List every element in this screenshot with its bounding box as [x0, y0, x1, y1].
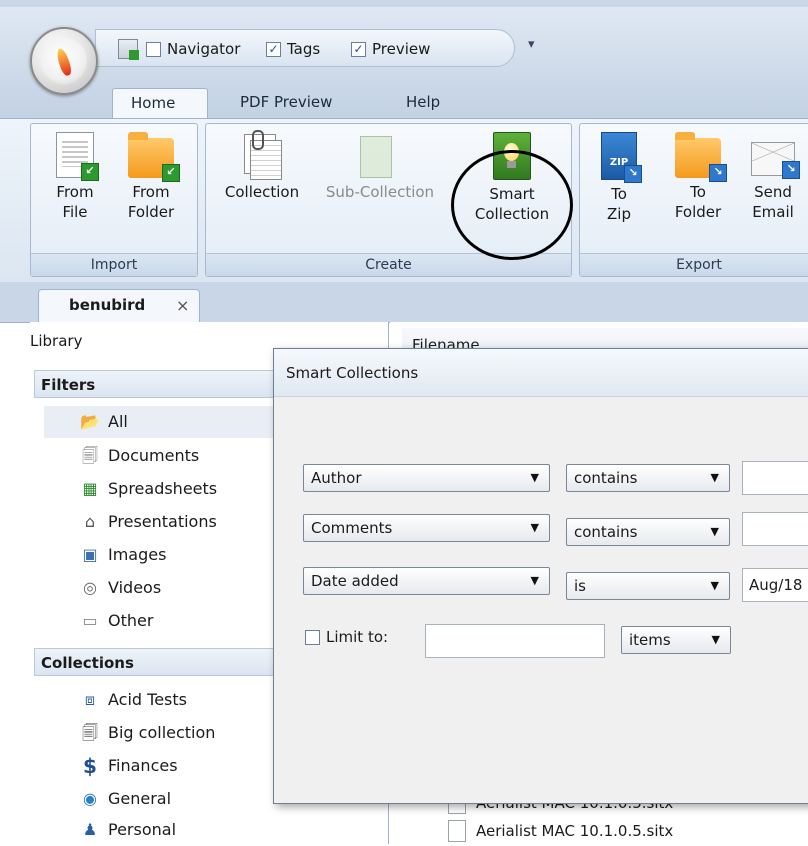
rule-2-field-select[interactable]: Comments ▼ — [303, 514, 550, 542]
chevron-down-icon: ▼ — [530, 521, 539, 534]
collection-icon — [242, 130, 282, 180]
chevron-down-icon: ▼ — [710, 525, 719, 538]
spreadsheet-icon: ▦ — [82, 479, 98, 498]
customize-qat-icon[interactable]: ▾ — [528, 37, 535, 52]
image-icon: ▣ — [82, 545, 98, 564]
dollar-icon: $ — [83, 754, 97, 778]
rule-3-operator-select[interactable]: is ▼ — [566, 572, 730, 600]
folder-open-icon: 📂 — [80, 412, 100, 431]
file-icon — [448, 820, 466, 842]
import-group-label: Import — [31, 253, 197, 276]
tags-toggle[interactable]: ✓ Tags — [266, 38, 320, 60]
chevron-down-icon: ▼ — [530, 471, 539, 484]
preview-toggle[interactable]: ✓ Preview — [351, 38, 430, 60]
preview-checkbox[interactable]: ✓ — [351, 41, 366, 57]
sub-collection-button[interactable]: Sub-Collection — [312, 132, 436, 202]
collection-button[interactable]: Collection — [212, 130, 312, 202]
collection-item-personal[interactable]: ♟ Personal — [44, 814, 374, 846]
limit-checkbox[interactable] — [305, 629, 320, 645]
limit-unit-select[interactable]: items ▼ — [621, 626, 731, 654]
briefcase-icon: ⧈ — [84, 690, 96, 709]
layout-icon[interactable] — [118, 38, 139, 60]
tab-help[interactable]: Help — [388, 88, 458, 118]
rule-1-value-input[interactable] — [742, 461, 808, 495]
chevron-down-icon: ▼ — [710, 579, 719, 592]
chevron-down-icon: ▼ — [710, 471, 719, 484]
close-tab-icon[interactable]: × — [176, 296, 189, 315]
from-folder-button[interactable]: ↙ From Folder — [118, 132, 184, 222]
navigator-label: Navigator — [167, 40, 241, 58]
navigator-checkbox[interactable] — [146, 41, 161, 57]
chevron-down-icon: ▼ — [711, 633, 720, 646]
highlight-circle — [451, 150, 573, 260]
sub-collection-icon — [354, 132, 394, 178]
other-icon: ▭ — [82, 611, 98, 630]
file-import-icon: ↙ — [56, 132, 99, 181]
to-zip-button[interactable]: ZIP ↘ To Zip — [592, 132, 646, 224]
limit-count-input[interactable] — [425, 624, 605, 658]
globe-icon: ◉ — [83, 789, 97, 808]
to-folder-button[interactable]: ↘ To Folder — [664, 132, 732, 222]
quick-access-toolbar: Navigator ✓ Tags ✓ Preview — [95, 29, 515, 67]
rule-3-field-select[interactable]: Date added ▼ — [303, 567, 550, 595]
send-email-button[interactable]: ↘ Send Email — [738, 132, 808, 222]
preview-label: Preview — [372, 40, 431, 58]
export-group-label: Export — [580, 253, 808, 276]
email-icon: ↘ — [751, 142, 800, 179]
navigator-toggle[interactable]: Navigator — [146, 38, 240, 60]
tags-label: Tags — [287, 40, 321, 58]
documents-icon: 🗐 — [82, 446, 98, 465]
rule-2-value-input[interactable] — [742, 512, 808, 546]
limit-to-toggle[interactable]: Limit to: — [305, 628, 388, 646]
dialog-title: Smart Collections — [274, 349, 808, 397]
rule-2-operator-select[interactable]: contains ▼ — [566, 518, 730, 546]
presentation-icon: ⌂ — [84, 512, 96, 531]
tab-pdf-preview[interactable]: PDF Preview — [222, 88, 350, 118]
from-file-button[interactable]: ↙ From File — [48, 132, 102, 222]
folder-import-icon: ↙ — [128, 132, 180, 182]
library-header: Library — [30, 332, 83, 350]
zip-icon: ZIP ↘ — [601, 132, 642, 183]
collection-icon: 🗐 — [82, 723, 98, 742]
app-logo-icon — [41, 38, 87, 84]
person-icon: ♟ — [82, 820, 98, 839]
chevron-down-icon: ▼ — [530, 574, 539, 587]
rule-1-operator-select[interactable]: contains ▼ — [566, 464, 730, 492]
rule-3-value-input[interactable]: Aug/18 — [742, 568, 808, 602]
tags-checkbox[interactable]: ✓ — [266, 41, 281, 57]
tab-home[interactable]: Home — [112, 88, 208, 118]
limit-label: Limit to: — [326, 628, 389, 646]
rule-1-field-select[interactable]: Author ▼ — [303, 464, 550, 492]
application-menu-button[interactable] — [30, 27, 98, 95]
file-row[interactable]: Aerialist MAC 10.1.0.5.sitx — [448, 820, 673, 842]
video-icon: ◎ — [83, 578, 97, 597]
folder-export-icon: ↘ — [675, 132, 727, 182]
